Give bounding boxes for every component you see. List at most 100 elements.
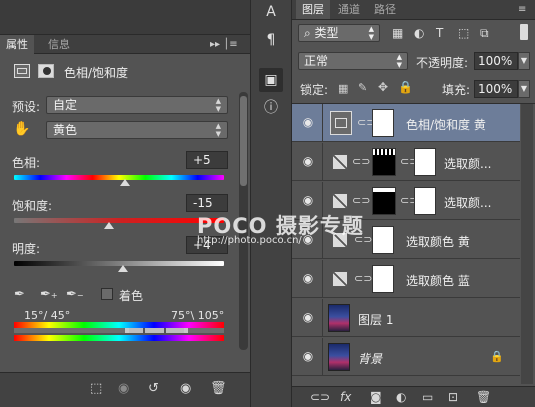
preset-select[interactable]: 自定 ▲ ▼ — [46, 96, 228, 114]
range-handle-inner-left[interactable] — [143, 328, 145, 333]
filter-toggle[interactable] — [520, 24, 528, 40]
panel-menu-icon[interactable]: ▸▸ │≡ — [210, 35, 238, 54]
link-chain-icon[interactable]: ⊂⊃ — [352, 194, 370, 207]
visibility-eye-icon[interactable]: ◉ — [300, 115, 316, 131]
layer-row-selective-color-1[interactable]: ◉ ⊂⊃ ⊂⊃ 选取颜... — [292, 143, 520, 181]
eyedropper-icon[interactable]: ✒ — [14, 287, 25, 302]
new-group-icon[interactable]: ▭ — [422, 390, 433, 404]
lock-icon: 🔒 — [490, 350, 504, 363]
layer-name: 选取颜色 蓝 — [406, 274, 470, 288]
paragraph-icon[interactable]: ¶ — [259, 28, 283, 52]
layer-row-layer-1[interactable]: ◉ 图层 1 — [292, 299, 520, 337]
filter-pixel-icon[interactable]: ▦ — [392, 26, 403, 40]
colorize-checkbox[interactable] — [101, 288, 113, 300]
opacity-dropdown-icon[interactable]: ▼ — [518, 52, 530, 70]
layer-row-background[interactable]: ◉ 背景 🔒 — [292, 338, 520, 376]
adjustment-icon[interactable] — [14, 64, 30, 78]
lock-all-icon[interactable]: 🔒 — [398, 80, 413, 94]
hue-slider-thumb[interactable] — [120, 179, 131, 186]
layer-mask-thumbnail[interactable] — [372, 148, 396, 176]
tab-channels[interactable]: 通道 — [332, 0, 366, 19]
delete-layer-icon[interactable]: 🗑 — [476, 390, 491, 404]
selective-color-icon — [332, 271, 348, 287]
properties-scroll-thumb[interactable] — [240, 96, 247, 186]
select-arrows-icon: ▲ ▼ — [215, 122, 221, 138]
eyedropper-add-icon[interactable]: ✒+ — [40, 287, 58, 302]
color-range-slider[interactable] — [14, 328, 224, 333]
link-chain-icon[interactable]: ⊂⊃ — [354, 272, 372, 285]
eyedropper-subtract-icon[interactable]: ✒− — [66, 287, 84, 302]
reset-icon[interactable]: ↺ — [148, 381, 159, 396]
preset-label: 预设: — [12, 100, 41, 114]
lightness-slider-thumb[interactable] — [118, 265, 129, 272]
fill-input[interactable]: 100% — [474, 80, 518, 98]
lock-label: 锁定: — [300, 83, 329, 97]
layer-mask-thumbnail[interactable] — [372, 265, 394, 293]
search-icon: ⌕ — [304, 26, 315, 40]
layer-mask-thumbnail[interactable] — [372, 187, 396, 215]
range-handle-right[interactable] — [184, 328, 188, 333]
link-chain-icon[interactable]: ⊂⊃ — [352, 155, 370, 168]
add-mask-icon[interactable]: ◙ — [370, 390, 382, 404]
tab-layers[interactable]: 图层 — [296, 0, 330, 19]
lock-transparent-icon[interactable]: ▦ — [338, 82, 348, 95]
blend-mode-select[interactable]: 正常 ▲ ▼ — [298, 52, 408, 70]
filter-adjustment-icon[interactable]: ◐ — [414, 26, 424, 40]
visibility-eye-icon[interactable]: ◉ — [300, 193, 316, 209]
clip-to-layer-icon[interactable]: ⬚ — [90, 381, 102, 396]
tab-info[interactable]: 信息 — [42, 35, 76, 54]
visibility-eye-icon[interactable]: ◉ — [300, 154, 316, 170]
view-previous-icon[interactable]: ◉ — [118, 381, 129, 396]
adjustment-layer-icon — [330, 111, 352, 135]
filter-type-icon[interactable]: T — [436, 26, 443, 40]
layer-mask-thumbnail[interactable] — [372, 109, 394, 137]
hand-target-icon[interactable]: ✋ — [13, 121, 30, 137]
layer-row-selective-color-blue[interactable]: ◉ ⊂⊃ 选取颜色 蓝 — [292, 260, 520, 298]
new-adjustment-icon[interactable]: ◐ — [396, 390, 406, 404]
new-layer-icon[interactable]: ⊡ — [448, 390, 458, 404]
fill-dropdown-icon[interactable]: ▼ — [518, 80, 530, 98]
lock-pixels-icon[interactable]: ✎ — [358, 81, 367, 94]
layer-name: 色相/饱和度 黄 — [406, 118, 486, 132]
layer-thumbnail[interactable] — [328, 343, 350, 371]
layer-style-icon[interactable]: fx — [340, 390, 351, 404]
vector-mask-thumbnail[interactable] — [414, 148, 436, 176]
properties-tab-bar: 属性 信息 ▸▸ │≡ — [0, 34, 250, 54]
layer-name: 选取颜... — [444, 157, 492, 171]
info-icon[interactable]: ⓘ — [259, 96, 283, 120]
vector-mask-thumbnail[interactable] — [414, 187, 436, 215]
visibility-eye-icon[interactable]: ◉ — [300, 271, 316, 287]
visibility-eye-icon[interactable]: ◉ — [180, 381, 191, 396]
layers-tab-bar: 图层 通道 路径 ≡ — [292, 0, 535, 20]
trash-icon[interactable]: 🗑 — [210, 381, 227, 396]
blend-mode-value: 正常 — [304, 54, 329, 68]
saturation-slider-track[interactable] — [14, 218, 224, 223]
hue-label: 色相: — [12, 156, 41, 170]
visibility-eye-icon[interactable]: ◉ — [300, 310, 316, 326]
layer-name: 图层 1 — [358, 313, 394, 327]
character-icon[interactable]: A — [259, 0, 283, 24]
properties-panel-icon[interactable]: ▣ — [259, 68, 283, 92]
filter-kind-select[interactable]: ⌕ 类型 ▲ ▼ — [298, 24, 380, 42]
saturation-slider-thumb[interactable] — [103, 222, 114, 229]
filter-shape-icon[interactable]: ⬚ — [458, 26, 469, 40]
mask-icon[interactable] — [38, 64, 54, 78]
range-handle-inner-right[interactable] — [164, 328, 166, 333]
link-layers-icon[interactable]: ⊂⊃ — [310, 390, 330, 404]
layers-menu-icon[interactable]: ≡ — [518, 0, 526, 19]
layer-row-hue-saturation[interactable]: ◉ ⊂⊃ 色相/饱和度 黄 — [292, 104, 520, 142]
tab-paths[interactable]: 路径 — [368, 0, 402, 19]
hue-slider-track[interactable] — [14, 175, 224, 180]
opacity-input[interactable]: 100% — [474, 52, 518, 70]
channel-select[interactable]: 黄色 ▲ ▼ — [46, 121, 228, 139]
layer-mask-thumbnail[interactable] — [372, 226, 394, 254]
tab-properties[interactable]: 属性 — [0, 35, 34, 54]
lock-position-icon[interactable]: ✥ — [378, 80, 388, 94]
layer-thumbnail[interactable] — [328, 304, 350, 332]
fill-label: 填充: — [442, 83, 471, 97]
visibility-eye-icon[interactable]: ◉ — [300, 349, 316, 365]
hue-input[interactable]: +5 — [186, 151, 228, 169]
layers-scrollbar[interactable] — [521, 104, 533, 384]
layer-name: 背景 — [358, 352, 383, 366]
filter-smart-object-icon[interactable]: ⧉ — [480, 26, 489, 41]
